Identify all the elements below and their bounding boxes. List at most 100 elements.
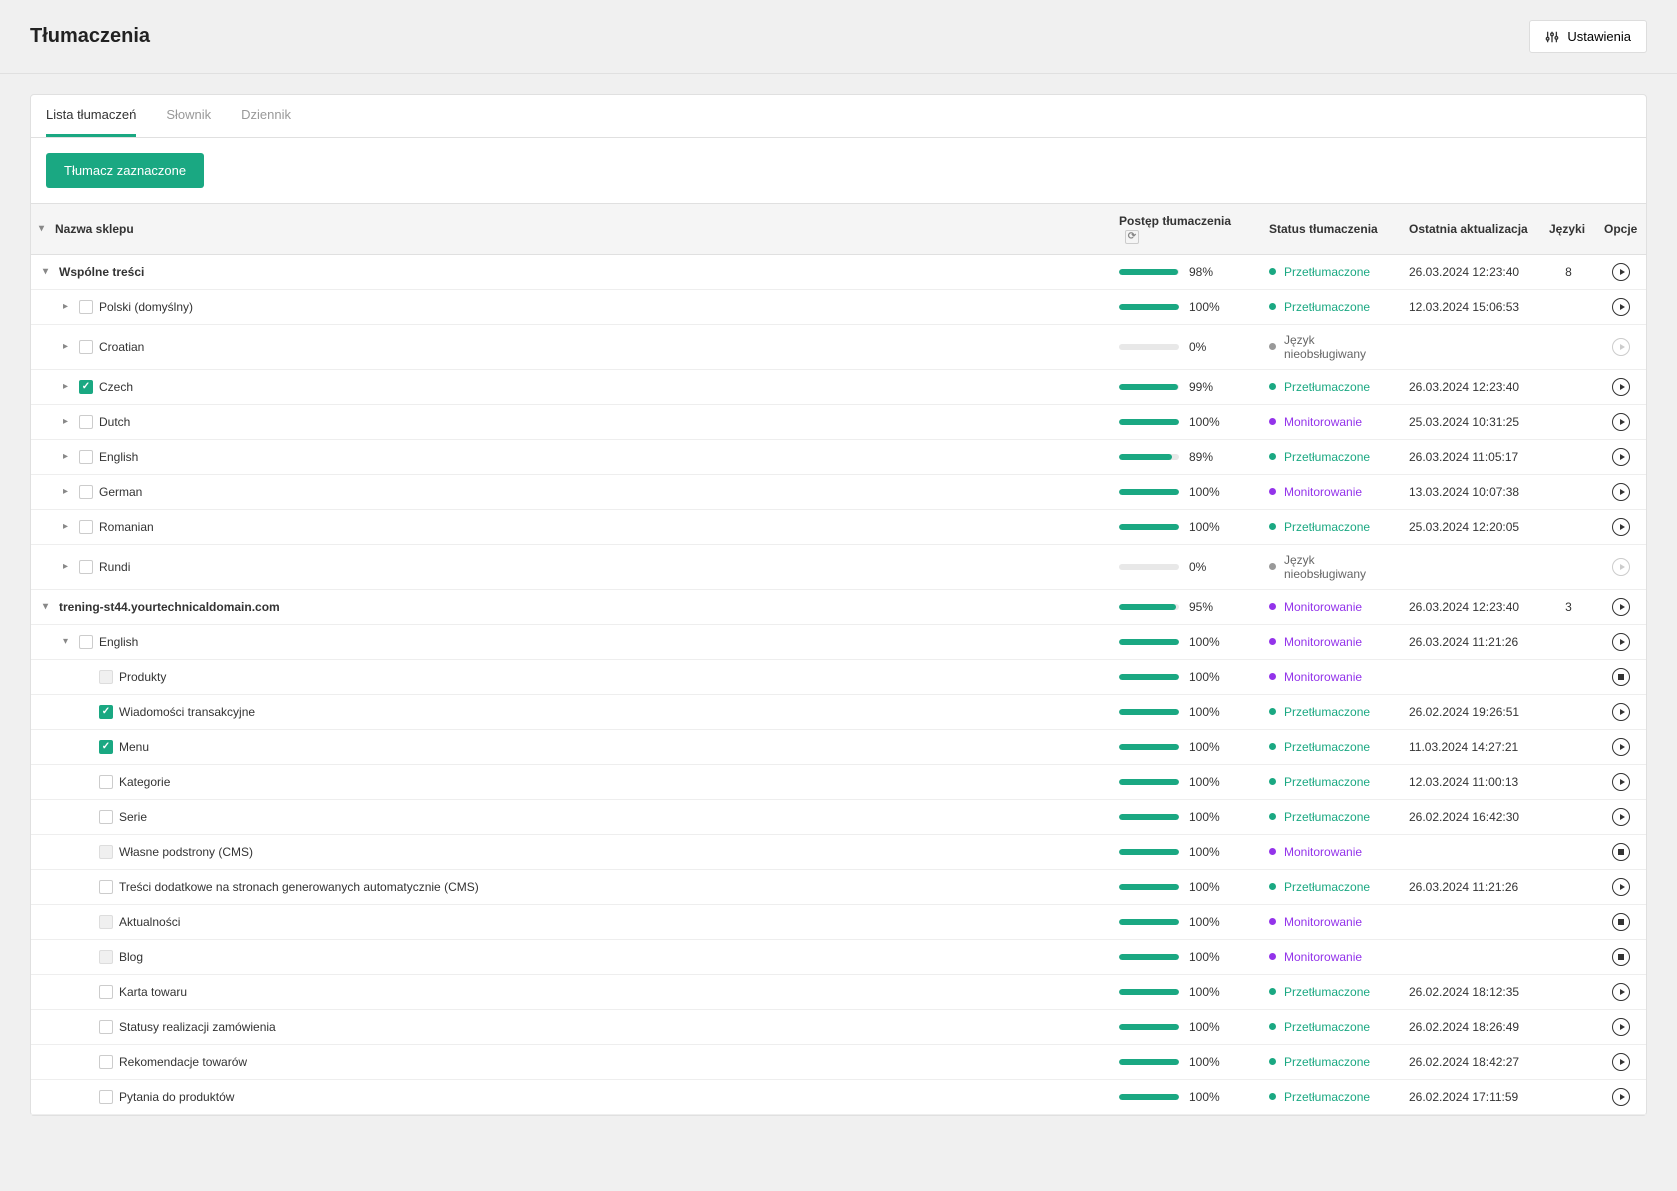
table-row: ▸English89%Przetłumaczone26.03.2024 11:0…: [31, 439, 1646, 474]
chevron-right-icon[interactable]: ▸: [63, 301, 73, 312]
row-checkbox[interactable]: [99, 775, 113, 789]
progress-label: 100%: [1189, 415, 1220, 429]
play-icon[interactable]: [1612, 598, 1630, 616]
status-dot-icon: [1269, 638, 1276, 645]
updated-cell: 26.02.2024 18:42:27: [1401, 1044, 1541, 1079]
row-checkbox: [99, 950, 113, 964]
progress-label: 100%: [1189, 740, 1220, 754]
row-checkbox[interactable]: [79, 450, 93, 464]
play-icon[interactable]: [1612, 878, 1630, 896]
play-icon[interactable]: [1612, 773, 1630, 791]
progress-bar: [1119, 384, 1179, 390]
updated-cell: 12.03.2024 15:06:53: [1401, 289, 1541, 324]
progress-bar: [1119, 919, 1179, 925]
progress-label: 100%: [1189, 845, 1220, 859]
play-icon[interactable]: [1612, 298, 1630, 316]
play-icon[interactable]: [1612, 448, 1630, 466]
row-checkbox[interactable]: [99, 880, 113, 894]
row-name-label: Serie: [119, 810, 147, 824]
progress-label: 100%: [1189, 1055, 1220, 1069]
progress-bar: [1119, 1059, 1179, 1065]
play-icon[interactable]: [1612, 738, 1630, 756]
play-icon[interactable]: [1612, 1053, 1630, 1071]
status-dot-icon: [1269, 488, 1276, 495]
row-checkbox[interactable]: [99, 1020, 113, 1034]
stop-icon[interactable]: [1612, 843, 1630, 861]
play-icon[interactable]: [1612, 378, 1630, 396]
tab-2[interactable]: Dziennik: [241, 95, 291, 137]
row-checkbox[interactable]: [79, 560, 93, 574]
progress-label: 89%: [1189, 450, 1213, 464]
table-row: ▸Romanian100%Przetłumaczone25.03.2024 12…: [31, 509, 1646, 544]
chevron-down-icon[interactable]: ▾: [39, 223, 49, 234]
row-checkbox[interactable]: [99, 810, 113, 824]
row-checkbox[interactable]: [99, 740, 113, 754]
row-checkbox[interactable]: [79, 485, 93, 499]
translate-selected-button[interactable]: Tłumacz zaznaczone: [46, 153, 204, 188]
status-dot-icon: [1269, 918, 1276, 925]
table-row: ▸Polski (domyślny)100%Przetłumaczone12.0…: [31, 289, 1646, 324]
refresh-icon[interactable]: ⟳: [1125, 230, 1139, 244]
stop-icon[interactable]: [1612, 668, 1630, 686]
chevron-down-icon[interactable]: ▾: [43, 601, 53, 612]
play-icon[interactable]: [1612, 983, 1630, 1001]
progress-label: 100%: [1189, 880, 1220, 894]
play-icon[interactable]: [1612, 518, 1630, 536]
languages-cell: [1541, 939, 1596, 974]
table-row: ▸German100%Monitorowanie13.03.2024 10:07…: [31, 474, 1646, 509]
stop-icon[interactable]: [1612, 913, 1630, 931]
play-icon: [1612, 558, 1630, 576]
chevron-right-icon[interactable]: ▸: [63, 521, 73, 532]
chevron-right-icon[interactable]: ▸: [63, 416, 73, 427]
row-checkbox[interactable]: [79, 635, 93, 649]
translations-table: ▾ Nazwa sklepu Postęp tłumaczenia ⟳ Stat…: [31, 203, 1646, 1115]
status-dot-icon: [1269, 673, 1276, 680]
chevron-right-icon[interactable]: ▸: [63, 561, 73, 572]
tab-1[interactable]: Słownik: [166, 95, 211, 137]
table-row: Statusy realizacji zamówienia100%Przetłu…: [31, 1009, 1646, 1044]
row-name-label: Treści dodatkowe na stronach generowanyc…: [119, 880, 479, 894]
status-text: Monitorowanie: [1284, 950, 1362, 964]
progress-bar: [1119, 344, 1179, 350]
tab-0[interactable]: Lista tłumaczeń: [46, 95, 136, 137]
row-name-label: Dutch: [99, 415, 130, 429]
status-dot-icon: [1269, 418, 1276, 425]
row-checkbox[interactable]: [79, 415, 93, 429]
row-checkbox[interactable]: [79, 380, 93, 394]
table-row: Wiadomości transakcyjne100%Przetłumaczon…: [31, 694, 1646, 729]
chevron-right-icon[interactable]: ▸: [63, 451, 73, 462]
row-checkbox[interactable]: [79, 520, 93, 534]
play-icon[interactable]: [1612, 413, 1630, 431]
chevron-down-icon[interactable]: ▾: [63, 636, 73, 647]
row-checkbox[interactable]: [99, 1055, 113, 1069]
progress-bar: [1119, 989, 1179, 995]
progress-label: 0%: [1189, 340, 1206, 354]
row-name-label: Romanian: [99, 520, 154, 534]
row-checkbox[interactable]: [99, 1090, 113, 1104]
stop-icon[interactable]: [1612, 948, 1630, 966]
settings-button[interactable]: Ustawienia: [1529, 20, 1647, 53]
languages-cell: [1541, 904, 1596, 939]
row-checkbox[interactable]: [99, 705, 113, 719]
play-icon[interactable]: [1612, 633, 1630, 651]
play-icon[interactable]: [1612, 1088, 1630, 1106]
play-icon[interactable]: [1612, 483, 1630, 501]
row-checkbox[interactable]: [79, 300, 93, 314]
row-checkbox[interactable]: [79, 340, 93, 354]
chevron-right-icon[interactable]: ▸: [63, 381, 73, 392]
chevron-right-icon[interactable]: ▸: [63, 341, 73, 352]
row-name-label: Karta towaru: [119, 985, 187, 999]
chevron-right-icon[interactable]: ▸: [63, 486, 73, 497]
status-text: Przetłumaczone: [1284, 775, 1370, 789]
status-text: Przetłumaczone: [1284, 300, 1370, 314]
updated-cell: [1401, 834, 1541, 869]
play-icon[interactable]: [1612, 263, 1630, 281]
play-icon[interactable]: [1612, 703, 1630, 721]
play-icon[interactable]: [1612, 808, 1630, 826]
row-checkbox[interactable]: [99, 985, 113, 999]
progress-bar: [1119, 524, 1179, 530]
play-icon[interactable]: [1612, 1018, 1630, 1036]
chevron-down-icon[interactable]: ▾: [43, 266, 53, 277]
row-name-label: Pytania do produktów: [119, 1090, 234, 1104]
row-name-label: Statusy realizacji zamówienia: [119, 1020, 276, 1034]
